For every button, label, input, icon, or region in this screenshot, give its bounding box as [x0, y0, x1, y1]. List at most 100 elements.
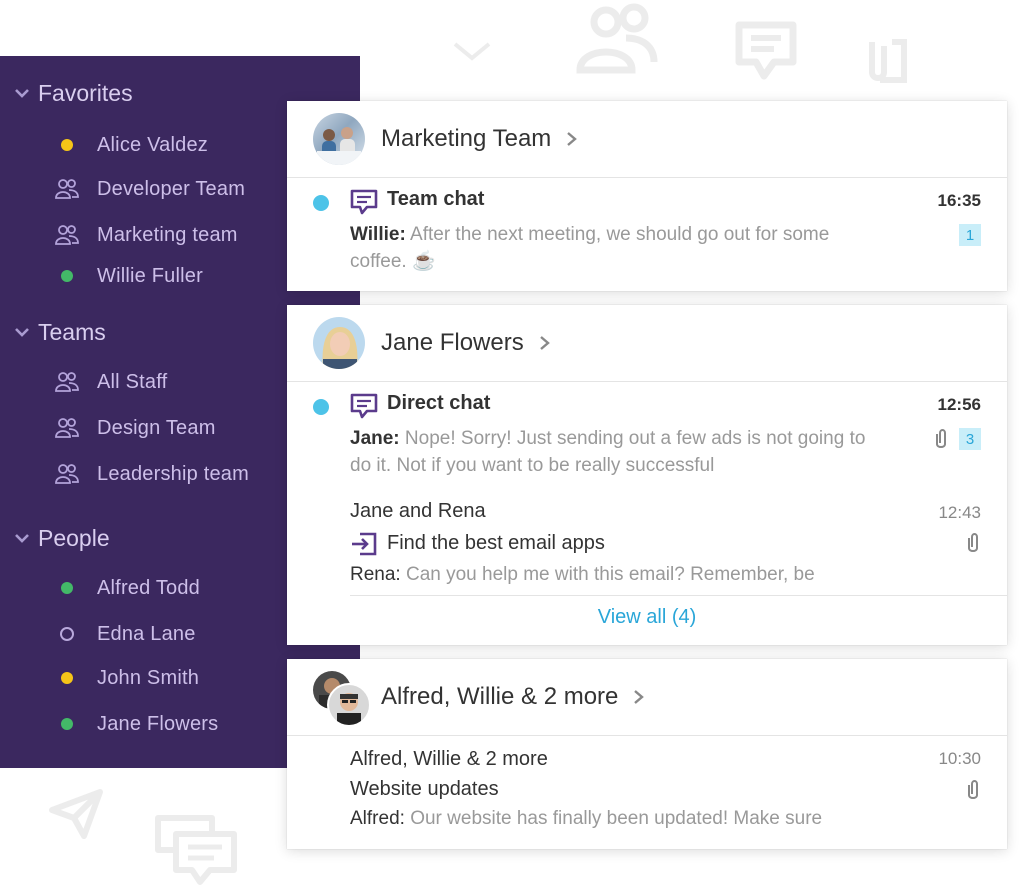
status-offline-icon: [60, 627, 74, 641]
send-icon: [48, 788, 104, 840]
sender-name: Jane:: [350, 428, 400, 449]
message-text: Can you help me with this email? Remembe…: [405, 564, 815, 585]
sidebar-item-developer-team[interactable]: Developer Team: [52, 174, 245, 204]
attachment-icon: [866, 36, 910, 84]
conversation-card-jane-flowers: Jane Flowers Direct chat 12:56 Jane: Nop…: [287, 305, 1007, 645]
sender-name: Rena:: [350, 564, 401, 585]
team-icon: [55, 225, 79, 245]
team-icon: [55, 179, 79, 199]
team-icon: [55, 372, 79, 392]
message-text: Our website has finally been updated! Ma…: [410, 808, 823, 829]
message-icon: [734, 20, 798, 82]
card-title: Marketing Team: [381, 125, 552, 152]
email-subject: Website updates: [350, 778, 499, 800]
section-label: Teams: [38, 318, 106, 345]
sidebar-item-label: Developer Team: [97, 177, 246, 200]
card-header[interactable]: Alfred, Willie & 2 more: [287, 659, 1007, 736]
sidebar-item-marketing-team[interactable]: Marketing team: [52, 220, 238, 250]
status-online-icon: [61, 582, 73, 594]
avatar: [313, 113, 365, 165]
message-text: Nope! Sorry! Just sending out a few ads …: [350, 428, 866, 476]
status-online-icon: [61, 270, 73, 282]
section-label: Favorites: [38, 79, 133, 106]
chevron-right-icon: [634, 690, 645, 704]
unread-count-badge: 3: [959, 428, 981, 450]
message-preview: Jane: Nope! Sorry! Just sending out a fe…: [350, 425, 890, 479]
unread-indicator: [313, 399, 329, 415]
conversation-row[interactable]: Team chat 16:35 Willie: After the next m…: [287, 178, 1007, 291]
chevron-right-icon: [567, 132, 578, 146]
sidebar-item-john-smith[interactable]: John Smith: [52, 663, 199, 693]
chevron-down-icon: [15, 328, 29, 337]
message-preview: Rena: Can you help me with this email? R…: [350, 561, 890, 588]
card-title: Jane Flowers: [381, 329, 524, 356]
team-icon: [55, 464, 79, 484]
section-favorites[interactable]: Favorites: [14, 78, 133, 108]
chevron-down-icon: [15, 534, 29, 543]
sidebar-item-label: Marketing team: [97, 223, 238, 246]
section-label: People: [38, 524, 110, 551]
sender-name: Alfred:: [350, 808, 405, 829]
sender-name: Willie:: [350, 224, 406, 245]
participants: Jane and Rena: [350, 500, 486, 522]
card-header[interactable]: Marketing Team: [287, 101, 1007, 178]
section-teams[interactable]: Teams: [14, 317, 106, 347]
participants: Alfred, Willie & 2 more: [350, 748, 548, 770]
chat-title: Direct chat: [387, 392, 491, 414]
timestamp: 12:43: [938, 503, 981, 522]
sidebar-item-label: Design Team: [97, 416, 216, 439]
sidebar-item-label: Alice Valdez: [97, 133, 208, 156]
status-away-icon: [61, 672, 73, 684]
sidebar-item-label: Willie Fuller: [97, 264, 203, 287]
chevron-right-icon: [539, 336, 550, 350]
timestamp: 16:35: [937, 191, 981, 210]
card-header[interactable]: Jane Flowers: [287, 305, 1007, 382]
conversation-row[interactable]: Jane and Rena 12:43 Find the best email …: [287, 492, 1007, 596]
group-avatar: [313, 671, 371, 727]
timestamp: 12:56: [937, 395, 981, 414]
sidebar-item-label: Leadership team: [97, 462, 249, 485]
conversation-row[interactable]: Alfred, Willie & 2 more 10:30 Website up…: [287, 736, 1007, 849]
status-online-icon: [61, 718, 73, 730]
attachment-icon: [936, 429, 946, 448]
message-preview: Alfred: Our website has finally been upd…: [350, 805, 930, 832]
status-away-icon: [61, 139, 73, 151]
sidebar-item-label: John Smith: [97, 666, 200, 689]
chevron-down-icon: [15, 89, 29, 98]
avatar: [313, 317, 365, 369]
unread-count-badge: 1: [959, 224, 981, 246]
team-icon: [576, 2, 658, 74]
chat-icon: [350, 189, 378, 215]
timestamp: 10:30: [938, 749, 981, 768]
sidebar-item-edna-lane[interactable]: Edna Lane: [52, 619, 196, 649]
conversation-card-group: Alfred, Willie & 2 more Alfred, Willie &…: [287, 659, 1007, 849]
email-subject: Find the best email apps: [387, 532, 605, 554]
sidebar-item-jane-flowers[interactable]: Jane Flowers: [52, 709, 218, 739]
sidebar-item-alice-valdez[interactable]: Alice Valdez: [52, 130, 208, 160]
message-preview: Willie: After the next meeting, we shoul…: [350, 221, 890, 275]
sidebar-item-label: All Staff: [97, 370, 168, 393]
sidebar-item-willie-fuller[interactable]: Willie Fuller: [52, 261, 203, 291]
sidebar-item-all-staff[interactable]: All Staff: [52, 367, 167, 397]
card-title: Alfred, Willie & 2 more: [381, 683, 619, 710]
attachment-icon: [968, 780, 978, 799]
sidebar-item-design-team[interactable]: Design Team: [52, 413, 216, 443]
chat-title: Team chat: [387, 188, 485, 210]
conversation-card-marketing-team: Marketing Team Team chat 16:35 Willie: A…: [287, 101, 1007, 291]
avatar: [327, 683, 371, 727]
conversation-row[interactable]: Direct chat 12:56 Jane: Nope! Sorry! Jus…: [287, 382, 1007, 492]
unread-indicator: [313, 195, 329, 211]
view-all-link[interactable]: View all (4): [287, 606, 1007, 629]
message-text: After the next meeting, we should go out…: [350, 224, 830, 272]
team-icon: [55, 418, 79, 438]
sidebar-item-label: Jane Flowers: [97, 712, 219, 735]
inbox-arrow-icon: [352, 532, 377, 556]
sidebar-item-leadership-team[interactable]: Leadership team: [52, 459, 249, 489]
section-people[interactable]: People: [14, 523, 110, 553]
attachment-icon: [968, 533, 978, 552]
sidebar-item-alfred-todd[interactable]: Alfred Todd: [52, 573, 200, 603]
messages-icon: [154, 814, 240, 886]
chevron-down-icon: [452, 40, 492, 64]
sidebar-item-label: Edna Lane: [97, 622, 196, 645]
chat-icon: [350, 393, 378, 419]
